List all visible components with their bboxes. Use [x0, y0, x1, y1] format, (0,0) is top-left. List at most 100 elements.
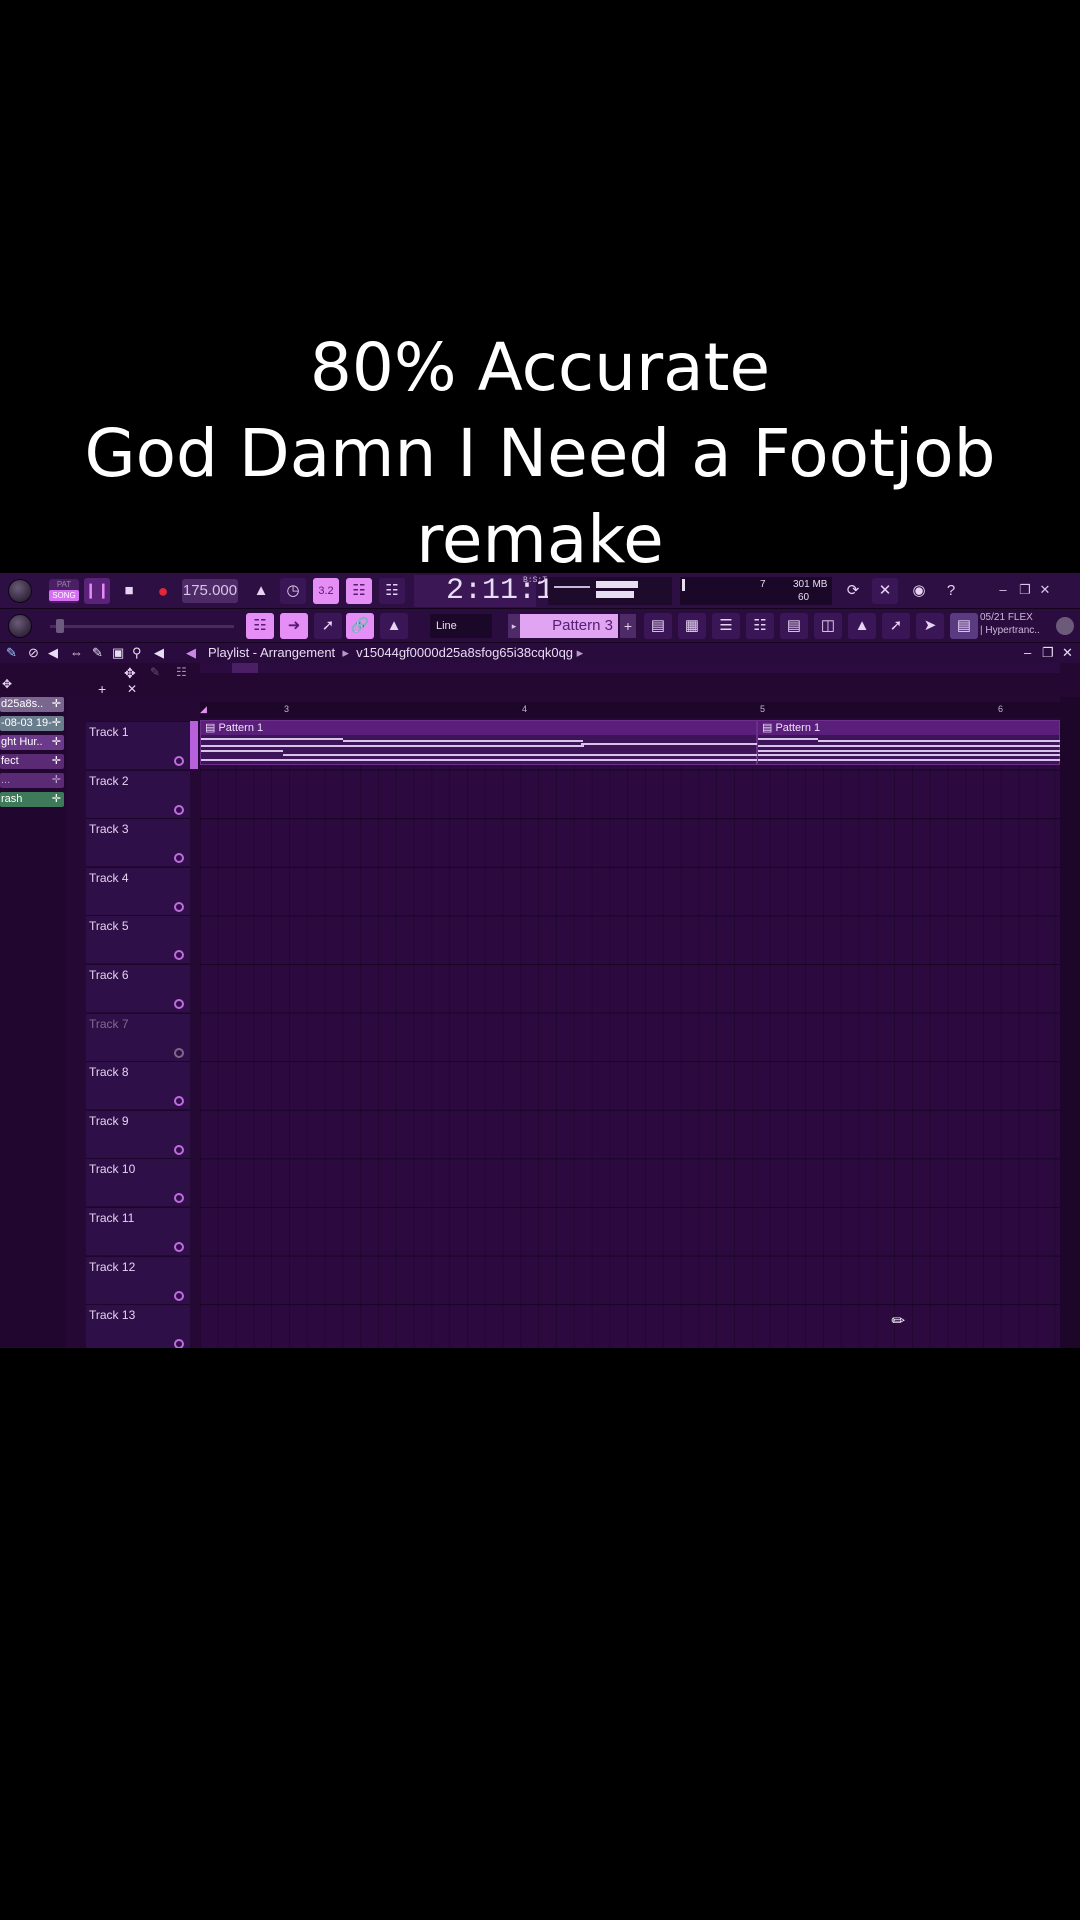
tempo-display[interactable]: 175.000	[182, 579, 238, 603]
pattern-clip[interactable]: ▤ Pattern 1	[200, 720, 758, 765]
piano-roll-window-icon[interactable]: ▦	[678, 613, 706, 639]
picker-item-2[interactable]: -08-03 19- ✛	[0, 716, 64, 731]
master-volume-knob-icon[interactable]	[8, 579, 32, 603]
track-mute-icon[interactable]	[174, 1339, 184, 1348]
track-header[interactable]: Track 8	[86, 1061, 190, 1110]
pitch-slider-handle[interactable]	[56, 619, 64, 633]
cut-icon[interactable]: ✕	[872, 578, 898, 604]
track-mute-icon[interactable]	[174, 853, 184, 864]
slip-icon[interactable]: ⇔	[70, 643, 83, 663]
stop-icon[interactable]: ■	[116, 578, 142, 604]
mixer-icon[interactable]: ☷	[746, 613, 774, 639]
arrangement-arrow-icon[interactable]: ◀	[186, 643, 196, 663]
track-mute-icon[interactable]	[174, 1144, 184, 1155]
track-header[interactable]: Track 11	[86, 1207, 190, 1255]
zoom-select-icon[interactable]: ▣	[112, 643, 124, 663]
track-mute-icon[interactable]	[174, 999, 184, 1009]
select-icon[interactable]: ✎	[92, 643, 103, 663]
track-mute-icon[interactable]	[174, 1290, 184, 1301]
track-mute-icon[interactable]	[174, 1047, 184, 1058]
pick-icon[interactable]: ➚	[882, 613, 910, 639]
maximize-icon[interactable]: ❐	[1016, 581, 1034, 599]
picker-item-3[interactable]: ght Hur.. ✛	[0, 735, 64, 750]
loop-record-icon[interactable]: ☷	[379, 578, 405, 604]
pitch-knob-icon[interactable]	[8, 614, 32, 638]
slice-icon[interactable]: ⊘	[28, 643, 39, 663]
playlist-icon[interactable]: ▤	[644, 613, 672, 639]
add-track-icon[interactable]: +	[98, 681, 106, 697]
track-header[interactable]: Track 6	[86, 964, 190, 1012]
track-header[interactable]: Track 2	[86, 769, 190, 818]
pat-song-toggle[interactable]: PAT SONG	[49, 579, 79, 603]
track-mute-icon[interactable]	[174, 756, 184, 766]
track-mute-icon[interactable]	[174, 1242, 184, 1252]
master-pitch-slider[interactable]	[50, 625, 234, 628]
channel-rack-icon[interactable]: ☰	[712, 613, 740, 639]
track-header[interactable]: Track 12	[86, 1255, 190, 1304]
metronome-icon[interactable]: ▲	[248, 578, 274, 604]
record-icon[interactable]: ●	[150, 578, 176, 604]
picker-item-6[interactable]: rash ✛	[0, 792, 64, 807]
track-mute-icon[interactable]	[174, 950, 184, 961]
project-icon[interactable]: ◫	[814, 613, 842, 639]
track-header[interactable]: Track 4	[86, 866, 190, 915]
link-icon[interactable]: 🔗	[346, 613, 374, 639]
zoom-icon[interactable]: ⚲	[132, 643, 142, 663]
track-mute-icon[interactable]	[174, 1193, 184, 1204]
piano-icon[interactable]: ☷	[176, 665, 187, 679]
stamp-icon[interactable]: ▲	[380, 613, 408, 639]
timeline-ruler[interactable]: ◢ 3 4 5 6	[200, 702, 1060, 718]
track-header[interactable]: Track 5	[86, 915, 190, 964]
refresh-icon[interactable]: ⟳	[840, 578, 866, 604]
playlist-close-icon[interactable]: ✕	[1062, 643, 1073, 663]
paint-tool-icon[interactable]: ✎	[6, 643, 17, 663]
track-header[interactable]: Track 1	[86, 721, 190, 769]
news-panel[interactable]: 05/21 FLEX | Hypertranc..	[980, 611, 1052, 641]
move-icon[interactable]: ✥	[124, 665, 136, 682]
track-header[interactable]: Track 10	[86, 1158, 190, 1207]
minimize-icon[interactable]: –	[994, 581, 1012, 599]
help-button[interactable]: ?	[938, 578, 964, 604]
pattern-prev-icon[interactable]: ▸	[508, 614, 520, 638]
mute-icon[interactable]: ◀	[48, 643, 58, 663]
track-header[interactable]: Track 9	[86, 1109, 190, 1158]
overview-thumb[interactable]	[232, 663, 258, 673]
microphone-icon[interactable]: ◉	[906, 578, 932, 604]
picker-item-5[interactable]: ... ✛	[0, 773, 64, 788]
close-icon[interactable]: ✕	[1036, 581, 1054, 599]
pattern-selector[interactable]: Pattern 3	[520, 614, 618, 638]
playlist-maximize-icon[interactable]: ❐	[1042, 643, 1054, 663]
countdown-icon[interactable]: 3.2	[313, 578, 339, 604]
delete-icon[interactable]: ✕	[127, 682, 137, 696]
speaker-icon[interactable]: ◀	[154, 643, 164, 663]
track-header[interactable]: Track 7	[86, 1012, 190, 1061]
piano-roll-icon[interactable]: ☷	[246, 613, 274, 639]
pause-icon[interactable]: ❙❙	[84, 578, 110, 604]
shop-icon[interactable]: ▤	[950, 613, 978, 639]
wait-record-icon[interactable]: ◷	[280, 578, 306, 604]
picker-item-1[interactable]: d25a8s.. ✛	[0, 697, 64, 712]
track-mute-icon[interactable]	[174, 901, 184, 912]
browser-icon[interactable]: ▤	[780, 613, 808, 639]
track-header[interactable]: Track 13	[86, 1304, 190, 1348]
playlist-minimize-icon[interactable]: –	[1024, 643, 1031, 663]
plugin-icon[interactable]: ▲	[848, 613, 876, 639]
fl-studio-window: PAT SONG ❙❙ ■ ● 175.000 ▲ ◷ 3.2 ☷ ☷ 2:11…	[0, 573, 1080, 1348]
track-header[interactable]: Track 3	[86, 818, 190, 867]
globe-icon[interactable]	[1056, 617, 1074, 635]
step-edit-icon[interactable]: ☷	[346, 578, 372, 604]
snap-selector[interactable]: Line	[430, 614, 492, 638]
playhead-marker-icon[interactable]: ◢	[200, 704, 207, 715]
draw-tool-icon[interactable]: ➚	[314, 613, 342, 639]
picker-item-4[interactable]: fect ✛	[0, 754, 64, 769]
pattern-clip[interactable]: ▤ Pattern 1	[757, 720, 1061, 765]
track-mute-icon[interactable]	[174, 804, 184, 815]
arrow-right-icon[interactable]: ➜	[280, 613, 308, 639]
overview-scrollbar[interactable]	[200, 663, 1060, 673]
vertical-scrollbar[interactable]	[1060, 697, 1080, 1348]
export-icon[interactable]: ➤	[916, 613, 944, 639]
add-pattern-button[interactable]: +	[620, 614, 636, 638]
track-mute-icon[interactable]	[174, 1096, 184, 1107]
playlist-grid[interactable]	[200, 723, 1060, 1348]
picker-move-icon[interactable]: ✥	[2, 677, 12, 691]
